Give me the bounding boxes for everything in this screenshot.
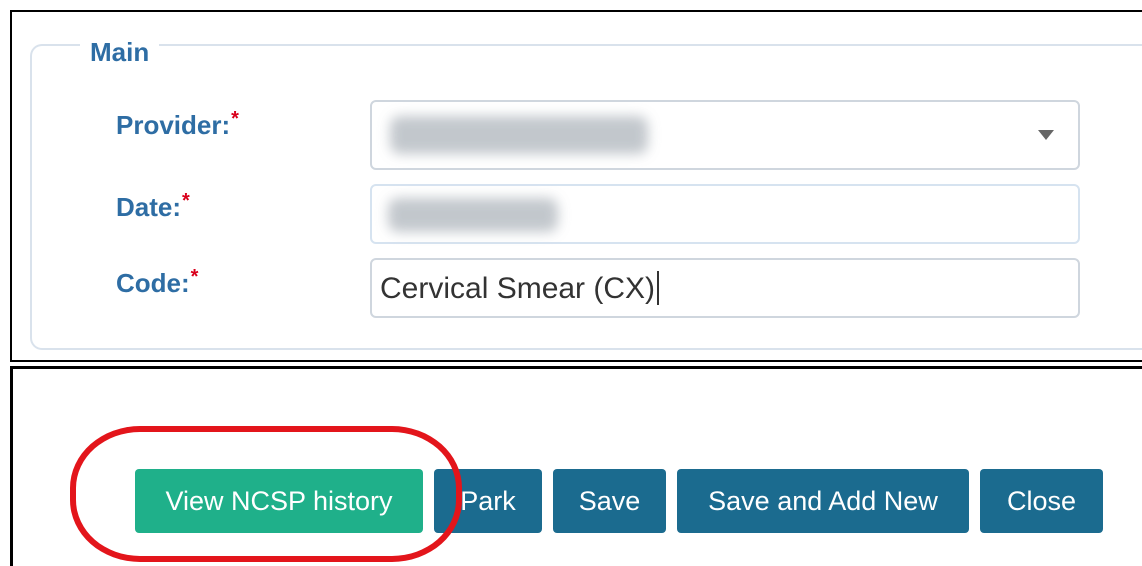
text-cursor bbox=[657, 271, 660, 306]
code-input-value[interactable]: Cervical Smear (CX) bbox=[380, 271, 660, 307]
date-input[interactable] bbox=[370, 184, 1080, 244]
save-and-add-new-button[interactable]: Save and Add New bbox=[677, 469, 969, 533]
required-marker: * bbox=[231, 108, 239, 130]
fieldset-legend: Main bbox=[80, 37, 160, 68]
save-button[interactable]: Save bbox=[553, 469, 666, 533]
code-input[interactable]: Cervical Smear (CX) bbox=[370, 258, 1080, 318]
view-ncsp-history-button[interactable]: View NCSP history bbox=[135, 469, 423, 533]
code-value-text: Cervical Smear (CX) bbox=[380, 272, 656, 305]
date-label-text: Date: bbox=[116, 192, 182, 222]
chevron-down-icon[interactable] bbox=[1038, 130, 1054, 140]
required-marker: * bbox=[190, 266, 199, 288]
date-label: Date:* bbox=[116, 190, 190, 223]
close-button[interactable]: Close bbox=[980, 469, 1103, 533]
park-button[interactable]: Park bbox=[434, 469, 542, 533]
code-label-text: Code: bbox=[116, 268, 190, 298]
redacted-date-value bbox=[388, 198, 558, 232]
required-marker: * bbox=[182, 190, 190, 212]
provider-label-text: Provider: bbox=[116, 110, 231, 140]
redacted-provider-value bbox=[390, 116, 648, 154]
code-label: Code:* bbox=[116, 266, 199, 299]
provider-select[interactable] bbox=[370, 100, 1080, 170]
actions-panel bbox=[10, 366, 1142, 566]
provider-label: Provider:* bbox=[116, 108, 239, 141]
